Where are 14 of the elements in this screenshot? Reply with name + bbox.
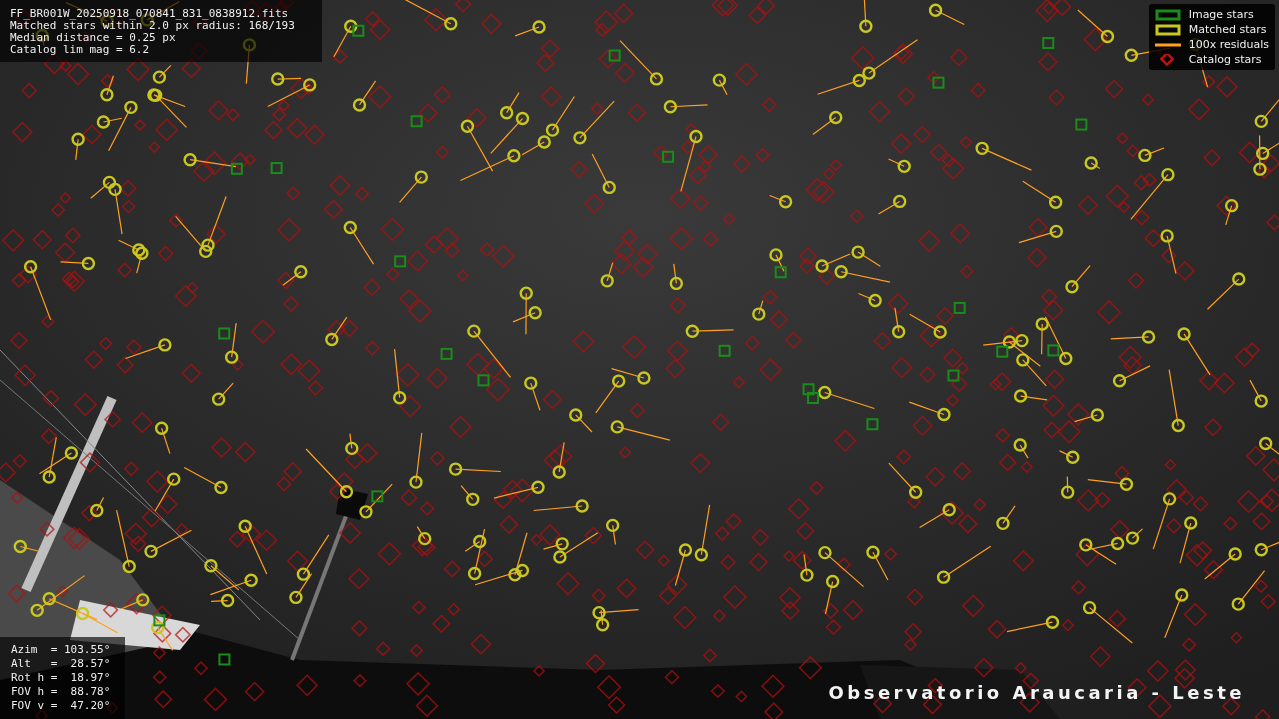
legend-label: Matched stars [1188,23,1267,36]
info-text: Median distance = 0.25 px [10,32,177,44]
info-text: Matched stars within 2.0 px radius: 168/193 [10,20,296,32]
legend-label: Catalog stars [1188,53,1262,66]
info-text: FF_BR001W_20250918_070841_831_0838912.fits [10,8,290,20]
station-label: Observatorio Araucaria - Leste [828,682,1245,703]
pointing-text: FOV h = 88.78° [11,685,112,699]
legend-label: Image stars [1188,8,1254,21]
info-text: Catalog lim mag = 6.2 [10,44,151,56]
legend-label: 100x residuals [1188,38,1269,51]
pointing-text: Rot h = 18.97° [11,671,112,685]
pointing-text: FOV v = 47.20° [11,699,112,713]
pointing-text: Azim = 103.55° [11,643,112,657]
pointing-text: Alt = 28.57° [11,657,112,671]
